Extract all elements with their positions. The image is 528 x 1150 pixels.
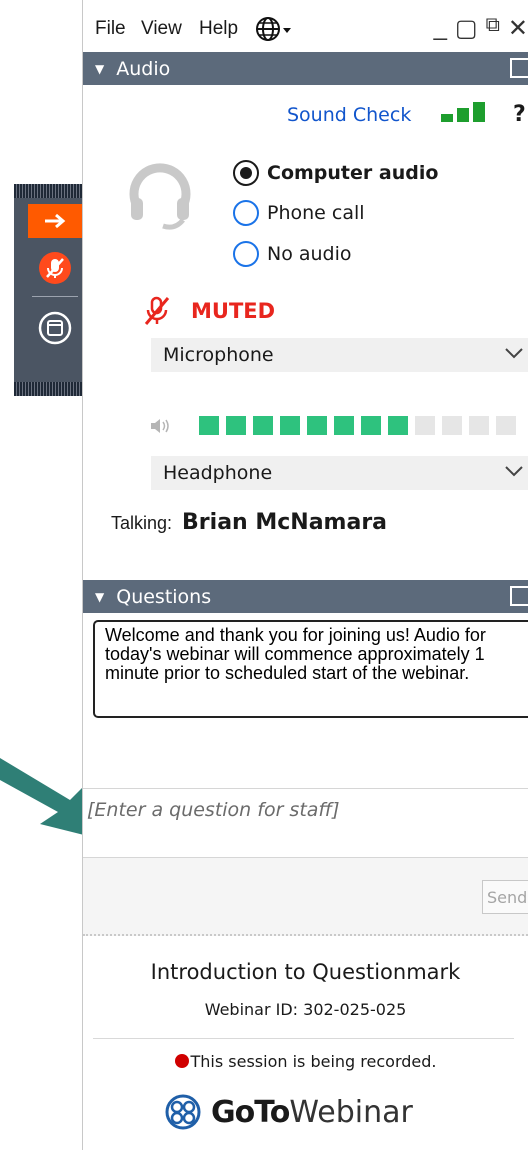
microphone-muted-icon — [144, 296, 170, 325]
collapse-panel-button[interactable] — [28, 204, 82, 238]
welcome-message: Welcome and thank you for joining us! Au… — [93, 620, 528, 718]
radio-computer-audio[interactable]: Computer audio — [233, 160, 438, 186]
muted-label: MUTED — [191, 299, 276, 323]
level-meter-segment — [307, 416, 327, 435]
footer-divider — [93, 1038, 514, 1039]
arrow-right-icon — [45, 213, 66, 229]
grab-handle-bottom[interactable] — [14, 382, 82, 396]
level-meter-segment — [280, 416, 300, 435]
microphone-select[interactable]: Microphone — [151, 338, 528, 372]
level-meter-segment — [496, 416, 516, 435]
language-globe-button[interactable] — [255, 16, 295, 48]
microphone-select-value: Microphone — [163, 344, 274, 366]
talking-speaker-name: Brian McNamara — [182, 510, 388, 535]
level-meter-segment — [199, 416, 219, 435]
brand-webinar-text: Webinar — [289, 1094, 413, 1130]
radio-no-audio[interactable]: No audio — [233, 241, 352, 267]
microphone-muted-icon — [39, 252, 71, 284]
send-bar: Send — [83, 858, 528, 936]
level-meter-segment — [388, 416, 408, 435]
menu-file[interactable]: File — [95, 18, 126, 40]
floating-control-panel — [14, 184, 82, 396]
radio-none-label: No audio — [267, 243, 352, 265]
menu-view[interactable]: View — [141, 18, 182, 40]
audio-level-meter — [199, 416, 516, 435]
radio-selected-icon — [233, 160, 259, 186]
webinar-title: Introduction to Questionmark — [150, 960, 461, 984]
radio-computer-label: Computer audio — [267, 162, 439, 184]
close-button[interactable]: ✕ — [508, 14, 528, 43]
window-controls: _ ▢ ⧉ ✕ — [434, 14, 528, 43]
collapse-triangle-icon: ▼ — [95, 589, 105, 604]
audio-panel-header[interactable]: ▼ Audio — [83, 52, 528, 85]
radio-phone-label: Phone call — [267, 202, 365, 224]
level-meter-segment — [415, 416, 435, 435]
control-panel-window: File View Help _ ▢ ⧉ ✕ ▼ Audio Sound Che… — [82, 0, 528, 1150]
signal-strength-icon — [441, 102, 485, 122]
level-meter-segment — [226, 416, 246, 435]
brand-goto-text: GoTo — [211, 1094, 290, 1130]
popout-panel-icon[interactable] — [510, 58, 528, 78]
recording-text: This session is being recorded. — [190, 1052, 437, 1071]
questions-panel-title: Questions — [116, 585, 212, 608]
maximize-button[interactable]: ▢ — [455, 14, 478, 43]
menu-help[interactable]: Help — [199, 18, 238, 40]
show-panel-button[interactable] — [28, 306, 82, 350]
mute-status[interactable]: MUTED — [143, 296, 275, 326]
send-button[interactable]: Send — [482, 880, 528, 914]
webinar-footer: Introduction to Questionmark Webinar ID:… — [83, 942, 528, 1150]
headphone-select[interactable]: Headphone — [151, 456, 528, 490]
mute-toggle-button[interactable] — [28, 246, 82, 290]
gotowebinar-logo-icon — [165, 1094, 201, 1130]
grab-handle-top[interactable] — [14, 184, 82, 198]
radio-unselected-icon — [233, 200, 259, 226]
level-meter-segment — [361, 416, 381, 435]
questions-panel-header[interactable]: ▼ Questions — [83, 580, 528, 613]
popout-button[interactable]: ⧉ — [486, 14, 500, 43]
speaker-icon — [151, 419, 169, 433]
recording-notice: This session is being recorded. — [83, 1052, 528, 1071]
level-meter-segment — [442, 416, 462, 435]
globe-icon — [256, 17, 291, 41]
window-icon — [38, 311, 72, 345]
minimize-button[interactable]: _ — [434, 14, 447, 43]
webinar-id: Webinar ID: 302-025-025 — [204, 1000, 407, 1019]
question-entry-area[interactable] — [83, 788, 528, 858]
menu-bar: File View Help _ ▢ ⧉ ✕ — [83, 0, 528, 56]
talking-indicator: Talking: Brian McNamara — [111, 510, 387, 535]
level-meter-segment — [469, 416, 489, 435]
chevron-down-icon — [504, 462, 524, 483]
headset-icon — [129, 163, 191, 230]
audio-help-button[interactable]: ? — [513, 102, 526, 127]
level-meter-segment — [334, 416, 354, 435]
gotowebinar-logo: GoTo Webinar — [165, 1094, 413, 1130]
recording-dot-icon — [174, 1054, 189, 1068]
radio-phone-call[interactable]: Phone call — [233, 200, 365, 226]
panel-resize-handle[interactable] — [83, 934, 528, 942]
collapse-triangle-icon: ▼ — [95, 61, 105, 76]
popout-panel-icon[interactable] — [510, 586, 528, 606]
level-meter-segment — [253, 416, 273, 435]
sound-check-link[interactable]: Sound Check — [287, 104, 411, 126]
headphone-select-value: Headphone — [163, 462, 273, 484]
toolbar-divider — [32, 296, 78, 297]
talking-label: Talking: — [111, 513, 173, 533]
radio-unselected-icon — [233, 241, 259, 267]
chevron-down-icon — [504, 344, 524, 365]
audio-panel-title: Audio — [116, 57, 171, 80]
question-input[interactable] — [83, 789, 528, 831]
